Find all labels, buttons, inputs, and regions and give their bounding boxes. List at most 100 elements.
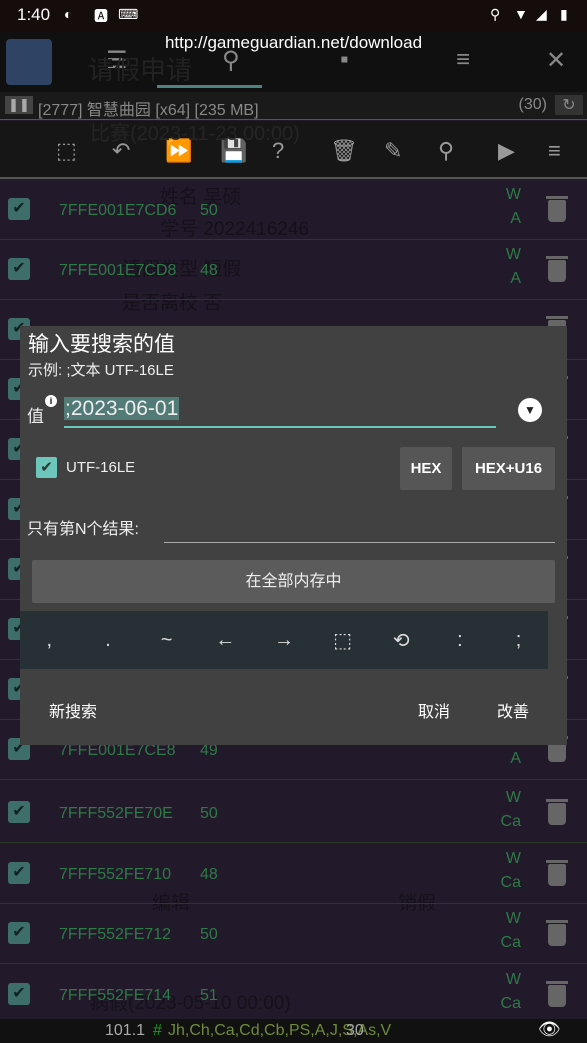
- result-row[interactable]: ✔ 7FFE001E7CD6 50 W A: [0, 180, 587, 240]
- row-address[interactable]: 7FFF552FE712: [59, 926, 171, 944]
- delete-icon[interactable]: 🗑: [330, 138, 358, 164]
- result-row[interactable]: ✔ 7FFE001E7CD8 48 W A: [0, 240, 587, 300]
- trash-icon[interactable]: [546, 799, 568, 825]
- row-region: Ca: [500, 995, 521, 1012]
- row-address[interactable]: 7FFF552FE710: [59, 866, 171, 884]
- key-colon[interactable]: :: [440, 629, 480, 652]
- process-bar: ❚❚ [2777] 智慧曲园 [x64] [235 MB] (30) ↻: [0, 92, 587, 120]
- version: 101.1: [105, 1022, 146, 1039]
- trash-icon[interactable]: [546, 196, 568, 222]
- row-address[interactable]: 7FFF552FE70E: [59, 805, 173, 823]
- bg-title: 请假申请: [88, 55, 193, 85]
- row-address[interactable]: 7FFF552FE714: [59, 987, 171, 1005]
- row-region: A: [510, 750, 521, 767]
- nth-result-label: 只有第N个结果:: [27, 521, 140, 538]
- dialog-example: 示例: ;文本 UTF-16LE: [28, 362, 174, 379]
- row-checkbox[interactable]: ✔: [8, 983, 30, 1005]
- row-address[interactable]: 7FFE001E7CD8: [59, 262, 176, 280]
- row-flag: W: [505, 910, 521, 927]
- bg-entry: 比赛(2023-11-23 00:00): [90, 123, 300, 145]
- row-value[interactable]: 50: [200, 805, 218, 823]
- battery-icon: ▮: [560, 6, 568, 22]
- info-icon[interactable]: i: [45, 395, 57, 407]
- hex-u16-button[interactable]: HEX+U16: [462, 447, 555, 490]
- search-dialog: 输入要搜索的值 示例: ;文本 UTF-16LE 值 i ;2023-06-01…: [20, 326, 567, 745]
- search-tab-icon[interactable]: ⚲: [222, 46, 240, 75]
- status-bar: 1:40 ◐ 🅰 ⌨ ⚲ ▼ ◢ ▮: [0, 0, 587, 32]
- row-flag: W: [505, 186, 521, 203]
- row-checkbox[interactable]: ✔: [8, 922, 30, 944]
- list-icon[interactable]: ≡: [456, 46, 470, 74]
- result-row[interactable]: ✔ 7FFF552FE70E 50 W Ca: [0, 783, 587, 843]
- refine-button[interactable]: 改善: [497, 698, 529, 722]
- hex-button[interactable]: HEX: [400, 447, 452, 490]
- row-checkbox[interactable]: ✔: [8, 198, 30, 220]
- wifi-icon: ▼: [514, 6, 528, 22]
- footer-count: 30: [346, 1022, 364, 1039]
- key-dot[interactable]: .: [88, 629, 128, 652]
- key-semicolon[interactable]: ;: [499, 629, 539, 652]
- cancel-button[interactable]: 取消: [418, 698, 450, 722]
- keyboard-icon: ⌨: [118, 6, 139, 22]
- value-label: 值: [27, 407, 44, 426]
- nth-result-input[interactable]: [164, 542, 555, 543]
- dialog-title: 输入要搜索的值: [28, 333, 175, 356]
- row-region: Ca: [500, 874, 521, 891]
- result-row[interactable]: ✔ 7FFF552FE712 50 W Ca: [0, 904, 587, 964]
- a-icon: 🅰: [94, 8, 108, 24]
- memory-range-button[interactable]: 在全部内存中: [32, 560, 555, 603]
- location-icon: ⚲: [490, 6, 501, 22]
- edit-icon[interactable]: ✎: [384, 138, 402, 164]
- hash: #: [153, 1022, 162, 1039]
- trash-icon[interactable]: [546, 860, 568, 886]
- row-region: A: [510, 270, 521, 287]
- footer-bar: 101.1 # Jh,Ch,Ca,Cd,Cb,PS,A,J,S,As,V 30 …: [0, 1019, 587, 1043]
- row-address[interactable]: 7FFE001E7CD6: [59, 202, 176, 220]
- dropdown-icon[interactable]: ▼: [518, 398, 542, 422]
- clock: 1:40: [17, 5, 51, 24]
- close-icon[interactable]: ✕: [546, 46, 566, 75]
- play-icon[interactable]: ▶: [498, 138, 515, 164]
- row-value[interactable]: 51: [200, 987, 218, 1005]
- sync-icon: ◐: [64, 6, 73, 22]
- refresh-icon[interactable]: ↻: [555, 95, 583, 115]
- key-left-arrow[interactable]: ←: [205, 629, 245, 652]
- utf16-label[interactable]: UTF-16LE: [66, 459, 135, 476]
- row-region: A: [510, 210, 521, 227]
- search-icon[interactable]: ⚲: [438, 138, 454, 164]
- search-value-text[interactable]: ;2023-06-01: [64, 397, 180, 420]
- row-value[interactable]: 48: [200, 866, 218, 884]
- save-tab-icon[interactable]: ▪: [340, 46, 349, 74]
- key-tilde[interactable]: ~: [147, 629, 187, 652]
- row-checkbox[interactable]: ✔: [8, 801, 30, 823]
- row-value[interactable]: 50: [200, 202, 218, 220]
- row-flag: W: [505, 850, 521, 867]
- row-value[interactable]: 50: [200, 926, 218, 944]
- trash-icon[interactable]: [546, 981, 568, 1007]
- pause-icon[interactable]: ❚❚: [5, 96, 33, 114]
- utf16-checkbox[interactable]: ✔: [36, 457, 57, 478]
- select-all-icon[interactable]: ⬚: [323, 628, 363, 653]
- history-icon[interactable]: ⟲: [381, 628, 421, 653]
- new-search-button[interactable]: 新搜索: [49, 698, 97, 722]
- signal-icon: ◢: [536, 6, 547, 22]
- row-flag: W: [505, 789, 521, 806]
- menu-icon[interactable]: ≡: [548, 138, 561, 164]
- result-row[interactable]: ✔ 7FFF552FE714 51 W Ca: [0, 965, 587, 1025]
- row-region: Ca: [500, 813, 521, 830]
- row-checkbox[interactable]: ✔: [8, 862, 30, 884]
- result-row[interactable]: ✔ 7FFF552FE710 48 W Ca: [0, 844, 587, 904]
- trash-icon[interactable]: [546, 920, 568, 946]
- key-right-arrow[interactable]: →: [264, 629, 304, 652]
- trash-icon[interactable]: [546, 256, 568, 282]
- row-checkbox[interactable]: ✔: [8, 258, 30, 280]
- search-value-input[interactable]: ;2023-06-01: [64, 394, 496, 428]
- key-comma[interactable]: ,: [29, 629, 69, 652]
- row-flag: W: [505, 971, 521, 988]
- row-value[interactable]: 48: [200, 262, 218, 280]
- result-count: (30): [518, 96, 547, 113]
- row-region: Ca: [500, 934, 521, 951]
- select-all-icon[interactable]: ⬚: [56, 138, 77, 164]
- eye-icon[interactable]: 👁: [538, 1019, 561, 1040]
- row-flag: W: [505, 246, 521, 263]
